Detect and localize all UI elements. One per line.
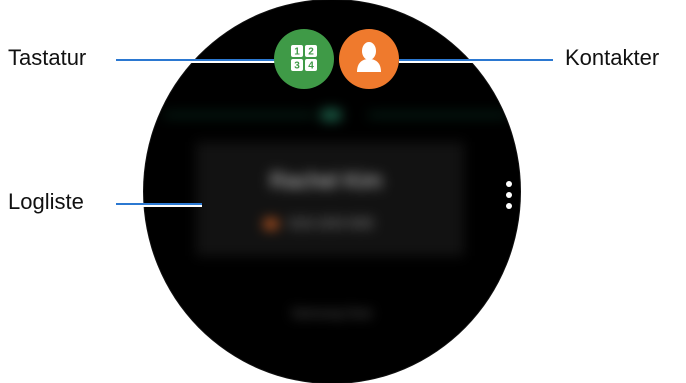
page-indicator (320, 109, 342, 121)
more-options-button[interactable] (502, 181, 516, 217)
svg-text:3: 3 (294, 61, 300, 72)
call-log-name: Rachel Kim (269, 168, 383, 193)
svg-text:2: 2 (308, 47, 314, 58)
keypad-icon: 1 2 3 4 (291, 45, 317, 72)
svg-text:4: 4 (308, 61, 314, 72)
menu-dot (506, 203, 512, 209)
contacts-callout-line (399, 59, 553, 61)
footer-text: Samsung Gear (291, 306, 373, 320)
log-callout-line (116, 203, 202, 205)
svg-text:1: 1 (294, 47, 300, 58)
callout-contacts-label: Kontakter (565, 45, 660, 70)
callout-keypad-label: Tastatur (8, 45, 87, 70)
call-log-item[interactable] (196, 142, 464, 256)
menu-dot (506, 192, 512, 198)
menu-dot (506, 181, 512, 187)
contacts-button[interactable] (339, 29, 399, 89)
call-log-number: 010-203-500 (288, 215, 374, 232)
header-divider-right (368, 114, 508, 116)
contact-icon (357, 42, 381, 72)
keypad-button[interactable]: 1 2 3 4 (274, 29, 334, 89)
header-divider-left (164, 114, 314, 116)
keypad-callout-line (116, 59, 278, 61)
callout-log-label: Logliste (8, 189, 84, 214)
